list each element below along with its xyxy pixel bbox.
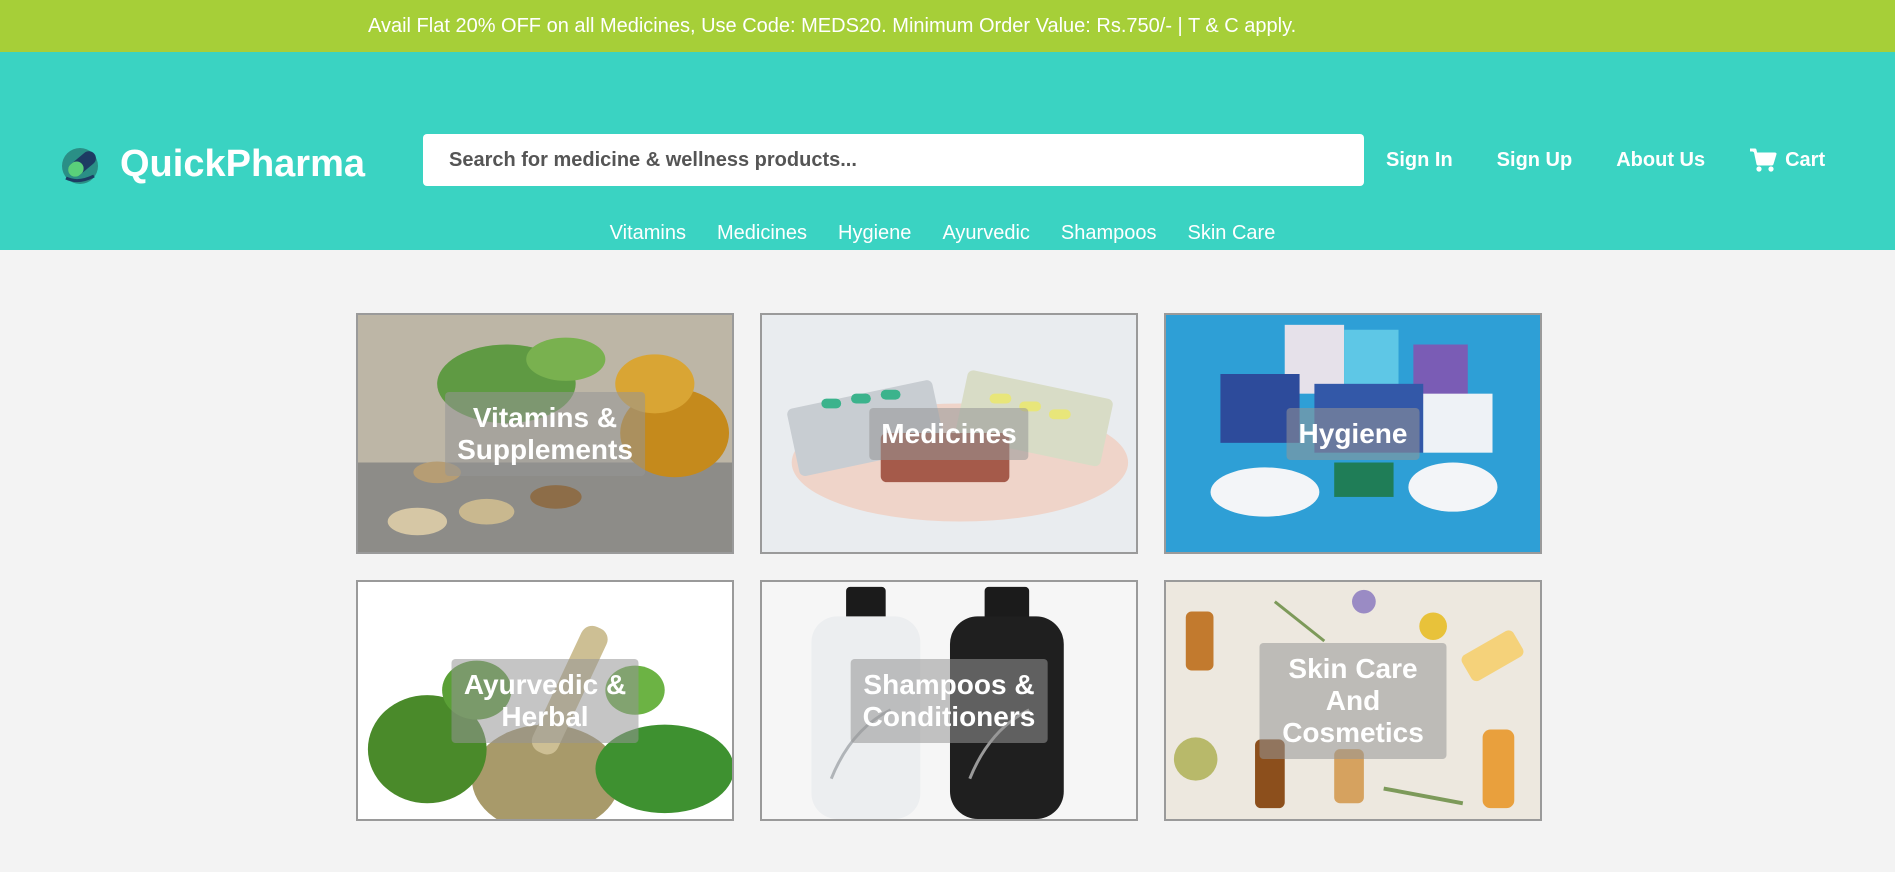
brand-logo[interactable]: QuickPharma xyxy=(58,140,365,188)
tile-label: Skin Care And Cosmetics xyxy=(1259,642,1447,759)
category-tile-vitamins[interactable]: Vitamins & Supplements xyxy=(356,313,734,554)
category-nav: Vitamins Medicines Hygiene Ayurvedic Sha… xyxy=(0,222,1895,245)
category-tile-skin-care[interactable]: Skin Care And Cosmetics xyxy=(1164,580,1542,821)
category-tile-hygiene[interactable]: Hygiene xyxy=(1164,313,1542,554)
pill-capsule-logo-icon xyxy=(62,148,98,184)
promo-banner: Avail Flat 20% OFF on all Medicines, Use… xyxy=(0,0,1895,52)
cart-link[interactable]: Cart xyxy=(1749,147,1825,173)
cart-icon xyxy=(1750,148,1777,172)
promo-text: Avail Flat 20% OFF on all Medicines, Use… xyxy=(368,14,1297,37)
account-nav: Sign In Sign Up About Us Cart xyxy=(1386,134,1825,186)
category-grid: Vitamins & Supplements Medicines Hygiene… xyxy=(356,313,1542,821)
category-link-hygiene[interactable]: Hygiene xyxy=(838,222,911,245)
search-placeholder: Search for medicine & wellness products.… xyxy=(449,148,857,171)
tile-label: Vitamins & Supplements xyxy=(445,391,645,476)
brand-name: QuickPharma xyxy=(120,142,365,185)
category-link-shampoos[interactable]: Shampoos xyxy=(1061,222,1157,245)
category-link-skin-care[interactable]: Skin Care xyxy=(1188,222,1276,245)
about-us-link[interactable]: About Us xyxy=(1616,149,1705,172)
sign-up-link[interactable]: Sign Up xyxy=(1497,149,1573,172)
category-tile-ayurvedic[interactable]: Ayurvedic & Herbal xyxy=(356,580,734,821)
site-header: QuickPharma Search for medicine & wellne… xyxy=(0,52,1895,250)
tile-label: Shampoos & Conditioners xyxy=(850,658,1048,743)
tile-label: Ayurvedic & Herbal xyxy=(451,658,639,743)
category-link-ayurvedic[interactable]: Ayurvedic xyxy=(942,222,1029,245)
tile-label: Medicines xyxy=(869,407,1029,460)
category-link-medicines[interactable]: Medicines xyxy=(717,222,807,245)
sign-in-link[interactable]: Sign In xyxy=(1386,149,1453,172)
category-link-vitamins[interactable]: Vitamins xyxy=(610,222,686,245)
search-input[interactable]: Search for medicine & wellness products.… xyxy=(423,134,1364,186)
cart-label: Cart xyxy=(1785,148,1826,171)
tile-label: Hygiene xyxy=(1286,407,1420,460)
category-tile-shampoos[interactable]: Shampoos & Conditioners xyxy=(760,580,1138,821)
category-tile-medicines[interactable]: Medicines xyxy=(760,313,1138,554)
